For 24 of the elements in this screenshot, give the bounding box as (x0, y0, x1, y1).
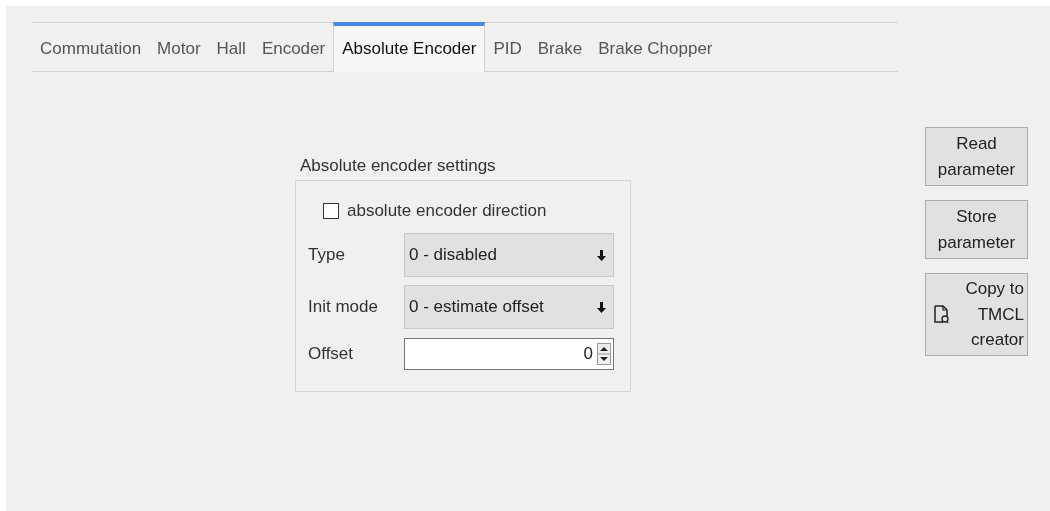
spin-box[interactable]: 0 (404, 338, 614, 370)
tab[interactable]: Encoder (253, 22, 334, 71)
tab[interactable]: PID (485, 22, 530, 71)
field-label: Init mode (308, 297, 379, 317)
field-label: Type (308, 245, 346, 265)
tab[interactable]: Hall (208, 22, 254, 71)
tab[interactable]: Motor (149, 22, 209, 71)
parameter-button[interactable]: Store parameter (925, 200, 1028, 259)
down-arrow-icon (596, 300, 607, 314)
tab[interactable]: Brake Chopper (590, 22, 721, 71)
checkbox[interactable] (323, 203, 339, 219)
copy-button[interactable]: Copy to TMCL creator (925, 273, 1028, 356)
spin-arrows-icon[interactable] (597, 343, 611, 365)
group-title: Absolute encoder settings (300, 156, 496, 176)
dropdown[interactable]: 0 - disabled (404, 233, 614, 277)
dropdown[interactable]: 0 - estimate offset (404, 285, 614, 329)
document-icon (934, 304, 950, 324)
tab[interactable]: Absolute Encoder (333, 22, 486, 72)
tab[interactable]: Commutation (32, 22, 150, 71)
field-label: Offset (308, 344, 355, 364)
parameter-button[interactable]: Read parameter (925, 127, 1028, 186)
down-arrow-icon (596, 248, 607, 262)
tab[interactable]: Brake (529, 22, 591, 71)
checkbox-label: absolute encoder direction (347, 201, 547, 221)
